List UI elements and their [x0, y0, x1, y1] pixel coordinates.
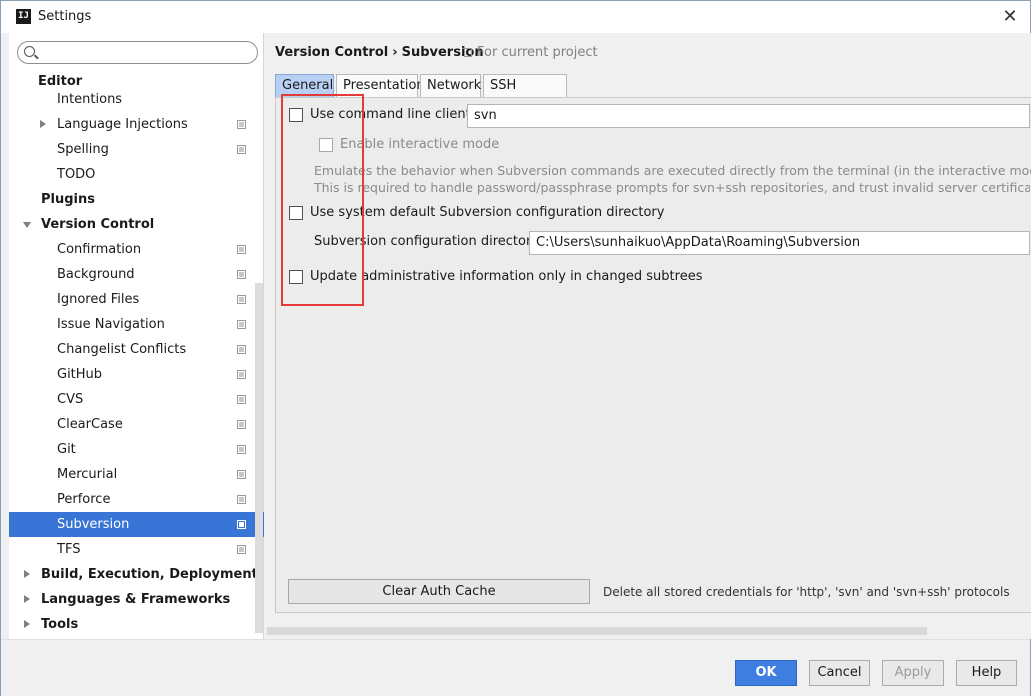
help-button[interactable]: Help: [956, 660, 1017, 686]
update-admin-label: Update administrative information only i…: [310, 269, 703, 284]
settings-window: IJ Settings ✕ Editor Intentions Language…: [0, 0, 1031, 696]
project-scope-icon: [237, 245, 246, 254]
ok-button[interactable]: OK: [735, 660, 797, 686]
expand-arrow-icon[interactable]: [24, 595, 30, 603]
project-scope-icon: [237, 295, 246, 304]
project-scope-icon: [237, 495, 246, 504]
dialog-footer: OK Cancel Apply Help: [1, 639, 1030, 696]
config-dir-field[interactable]: C:\Users\sunhaikuo\AppData\Roaming\Subve…: [529, 231, 1030, 255]
sidebar-item-clearcase[interactable]: ClearCase: [9, 412, 264, 437]
cancel-button[interactable]: Cancel: [809, 660, 870, 686]
apply-button[interactable]: Apply: [882, 660, 944, 686]
interactive-mode-description-line1: Emulates the behavior when Subversion co…: [314, 163, 1031, 178]
breadcrumb: Version Control › Subversion: [275, 45, 484, 60]
sidebar-item-changelist-conflicts[interactable]: Changelist Conflicts: [9, 337, 264, 362]
project-scope-icon: [237, 420, 246, 429]
content-horizontal-scrollbar[interactable]: [267, 627, 927, 635]
sidebar-item-intentions[interactable]: Intentions: [9, 87, 264, 112]
sidebar-item-version-control[interactable]: Version Control: [9, 212, 264, 237]
search-input[interactable]: [17, 41, 258, 64]
collapse-arrow-icon[interactable]: [23, 222, 31, 228]
sidebar-item-cvs[interactable]: CVS: [9, 387, 264, 412]
breadcrumb-separator: ›: [392, 45, 398, 60]
sidebar-item-tools[interactable]: Tools: [9, 612, 264, 637]
project-scope-icon: [237, 345, 246, 354]
window-title: Settings: [38, 9, 92, 24]
project-scope-icon: [237, 120, 246, 129]
project-scope-icon: [237, 320, 246, 329]
sidebar-item-build-execution-deployment[interactable]: Build, Execution, Deployment: [9, 562, 264, 587]
sidebar-item-git[interactable]: Git: [9, 437, 264, 462]
sidebar-item-tfs[interactable]: TFS: [9, 537, 264, 562]
sidebar-item-plugins[interactable]: Plugins: [9, 187, 264, 212]
sidebar-item-issue-navigation[interactable]: Issue Navigation: [9, 312, 264, 337]
title-bar: IJ Settings ✕: [1, 1, 1030, 33]
tab-network[interactable]: Network: [420, 74, 481, 98]
sidebar-item-github[interactable]: GitHub: [9, 362, 264, 387]
project-scope-icon: [237, 145, 246, 154]
project-scope-icon: [237, 520, 246, 529]
project-scope-icon: [237, 445, 246, 454]
interactive-mode-description-line2: This is required to handle password/pass…: [314, 180, 1030, 195]
sidebar-item-todo[interactable]: TODO: [9, 162, 264, 187]
breadcrumb-parent: Version Control: [275, 45, 389, 60]
project-scope-icon: [237, 470, 246, 479]
sidebar-item-mercurial[interactable]: Mercurial: [9, 462, 264, 487]
project-scope-icon: [237, 370, 246, 379]
project-scope-icon: [237, 270, 246, 279]
red-highlight-box: [281, 94, 364, 306]
expand-arrow-icon[interactable]: [40, 120, 46, 128]
project-scope-icon: [237, 395, 246, 404]
sidebar-item-background[interactable]: Background: [9, 262, 264, 287]
close-icon[interactable]: ✕: [998, 5, 1022, 29]
search-icon: [24, 46, 35, 57]
clear-auth-cache-button[interactable]: Clear Auth Cache: [288, 579, 590, 604]
svn-executable-field[interactable]: svn: [467, 104, 1030, 128]
sidebar-item-languages-frameworks[interactable]: Languages & Frameworks: [9, 587, 264, 612]
sidebar-item-confirmation[interactable]: Confirmation: [9, 237, 264, 262]
tab-ssh-settings[interactable]: SSH Settings: [483, 74, 567, 115]
project-scope-label: For current project: [464, 45, 598, 60]
sidebar-item-perforce[interactable]: Perforce: [9, 487, 264, 512]
sidebar-scrollbar[interactable]: [255, 283, 263, 633]
settings-sidebar: Editor Intentions Language Injections Sp…: [9, 33, 264, 639]
sidebar-item-ignored-files[interactable]: Ignored Files: [9, 287, 264, 312]
project-scope-icon: [237, 545, 246, 554]
project-scope-icon: [464, 48, 472, 57]
expand-arrow-icon[interactable]: [24, 620, 30, 628]
sidebar-item-language-injections[interactable]: Language Injections: [9, 112, 264, 137]
sidebar-item-subversion[interactable]: Subversion: [9, 512, 264, 537]
sidebar-item-spelling[interactable]: Spelling: [9, 137, 264, 162]
intellij-logo-icon: IJ: [16, 9, 31, 24]
clear-auth-description: Delete all stored credentials for 'http'…: [603, 585, 1010, 599]
expand-arrow-icon[interactable]: [24, 570, 30, 578]
